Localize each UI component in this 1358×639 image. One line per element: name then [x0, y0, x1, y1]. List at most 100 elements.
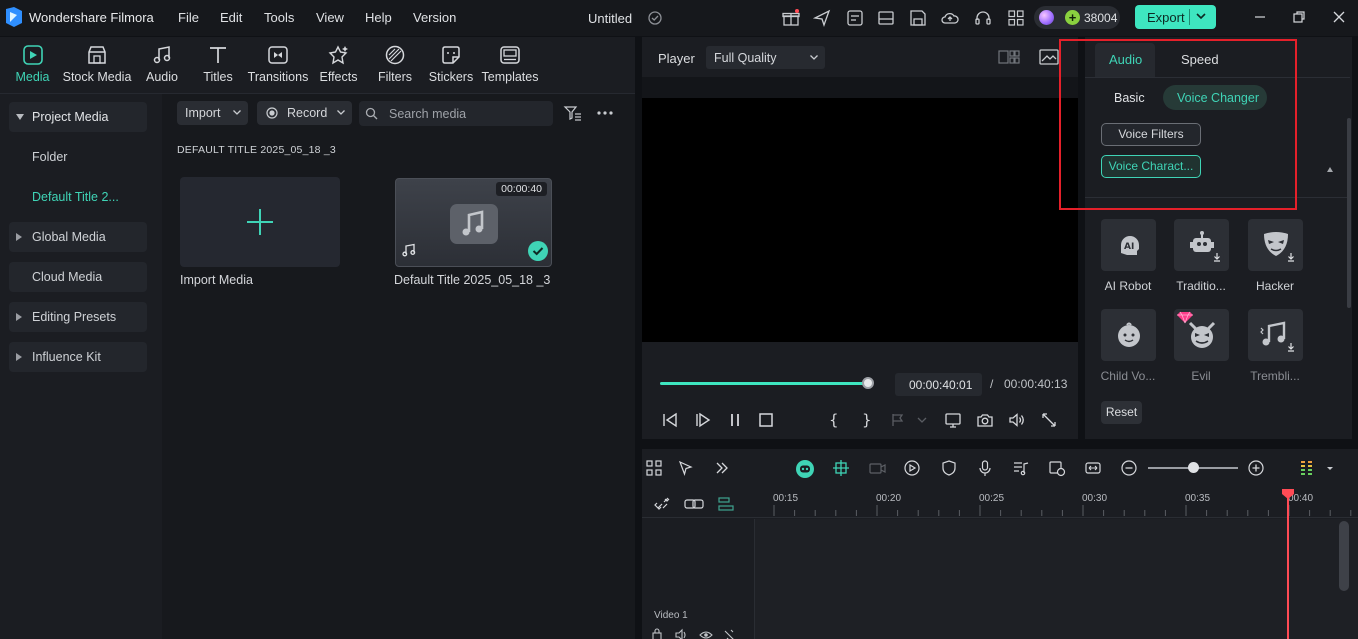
microphone-icon[interactable] [976, 459, 994, 477]
chevron-down-icon[interactable] [1194, 9, 1208, 23]
task-list-icon[interactable] [845, 8, 865, 28]
ruler-label: 00:30 [1082, 493, 1108, 504]
search-media-input[interactable]: Search media [359, 101, 553, 126]
cloud-upload-icon[interactable] [940, 8, 960, 28]
voice-card-child-voice[interactable] [1101, 309, 1156, 361]
video-preview[interactable] [642, 98, 1078, 342]
display-monitor-icon[interactable] [944, 411, 962, 429]
camera-snapshot-icon[interactable] [976, 411, 994, 429]
play-icon[interactable] [694, 411, 712, 429]
chevron-down-icon[interactable] [1324, 459, 1342, 477]
current-time-display[interactable]: 00:00:40:01 [895, 373, 982, 396]
playhead-handle[interactable] [1281, 488, 1295, 500]
gift-icon[interactable] [781, 8, 801, 28]
fit-timeline-icon[interactable] [1084, 459, 1102, 477]
voice-label: Child Vo... [1100, 369, 1156, 383]
voice-card-trembling[interactable] [1248, 309, 1303, 361]
headset-support-icon[interactable] [973, 8, 993, 28]
zoom-out-icon[interactable] [1120, 459, 1138, 477]
voice-card-traditional[interactable] [1174, 219, 1229, 271]
reset-button[interactable]: Reset [1101, 401, 1142, 424]
expand-more-icon[interactable] [713, 459, 731, 477]
pause-icon[interactable] [726, 411, 744, 429]
save-icon[interactable] [908, 8, 928, 28]
track-layout-icon[interactable] [717, 496, 735, 512]
stop-icon[interactable] [757, 411, 775, 429]
record-button[interactable]: Record [257, 101, 352, 125]
zoom-in-icon[interactable] [1247, 459, 1265, 477]
quality-select[interactable]: Full Quality [706, 46, 825, 69]
replace-clip-icon[interactable] [1048, 459, 1066, 477]
previous-frame-icon[interactable] [661, 411, 679, 429]
tab-titles[interactable]: Titles [199, 44, 237, 88]
layout-icon[interactable] [876, 8, 896, 28]
download-icon[interactable] [1284, 340, 1298, 354]
filters-icon [384, 44, 406, 66]
ai-assistant-icon[interactable] [795, 459, 814, 478]
playback-progress-bar[interactable] [660, 382, 868, 385]
menu-tools[interactable]: Tools [264, 10, 294, 25]
mark-in-icon[interactable]: { [824, 411, 842, 429]
send-icon[interactable] [812, 8, 832, 28]
fullscreen-icon[interactable] [1040, 411, 1058, 429]
auto-highlight-icon[interactable] [832, 459, 850, 477]
plus-icon [246, 208, 274, 236]
audio-meter-icon[interactable] [1298, 459, 1316, 477]
more-options-icon[interactable] [596, 105, 614, 121]
sidebar-item-folder[interactable]: Folder [9, 142, 147, 172]
sidebar-item-influence-kit[interactable]: Influence Kit [9, 342, 147, 372]
collapse-up-icon[interactable] [1327, 167, 1333, 172]
playhead-line[interactable] [1287, 489, 1289, 639]
close-icon[interactable] [1330, 8, 1348, 26]
menu-help[interactable]: Help [365, 10, 392, 25]
shield-mask-icon[interactable] [940, 459, 958, 477]
sidebar-item-default-title[interactable]: Default Title 2... [9, 182, 147, 212]
ruler-label: 00:35 [1185, 493, 1211, 504]
voice-card-evil[interactable] [1174, 309, 1229, 361]
audio-clip-thumbnail[interactable]: 00:00:40 [395, 178, 552, 267]
tab-stock-media[interactable]: Stock Media [62, 44, 132, 88]
apps-grid-icon[interactable] [1006, 8, 1026, 28]
tab-transitions[interactable]: Transitions [246, 44, 310, 88]
voice-card-hacker[interactable] [1248, 219, 1303, 271]
sidebar-item-project-media[interactable]: Project Media [9, 102, 147, 132]
playback-progress-knob[interactable] [862, 377, 874, 389]
minimize-icon[interactable] [1251, 8, 1269, 26]
import-button[interactable]: Import [177, 101, 248, 125]
property-scrollbar[interactable] [1347, 118, 1351, 308]
mark-out-icon[interactable]: } [857, 411, 875, 429]
zoom-slider-knob[interactable] [1188, 462, 1199, 473]
menu-version[interactable]: Version [413, 10, 456, 25]
volume-icon[interactable] [1008, 411, 1026, 429]
layout-grid-icon[interactable] [645, 459, 663, 477]
export-button[interactable]: Export [1135, 5, 1216, 29]
voice-card-ai-robot[interactable]: AI [1101, 219, 1156, 271]
filter-sort-icon[interactable] [563, 104, 583, 122]
menu-edit[interactable]: Edit [220, 10, 242, 25]
link-icon[interactable] [684, 496, 704, 512]
image-snapshot-icon[interactable] [1039, 48, 1059, 66]
audio-mixer-icon[interactable] [1012, 459, 1030, 477]
download-icon[interactable] [1210, 250, 1224, 264]
sidebar-item-cloud-media[interactable]: Cloud Media [9, 262, 147, 292]
credits-badge[interactable]: + 38004 [1034, 6, 1120, 29]
tab-effects[interactable]: Effects [318, 44, 359, 88]
timeline-scrollbar[interactable] [1339, 521, 1349, 591]
menu-view[interactable]: View [316, 10, 344, 25]
sidebar-item-editing-presets[interactable]: Editing Presets [9, 302, 147, 332]
tab-media[interactable]: Media [10, 44, 55, 88]
view-grid-icon[interactable] [998, 49, 1020, 65]
tab-audio[interactable]: Audio [142, 44, 182, 88]
tab-stickers[interactable]: Stickers [428, 44, 474, 88]
tab-templates[interactable]: Templates [481, 44, 539, 88]
unlink-icon[interactable] [654, 496, 672, 512]
tab-filters[interactable]: Filters [376, 44, 414, 88]
speed-ramp-icon[interactable] [903, 459, 921, 477]
select-pointer-icon[interactable] [677, 459, 695, 477]
add-credits-icon[interactable]: + [1065, 10, 1080, 25]
menu-file[interactable]: File [178, 10, 199, 25]
import-media-tile[interactable] [180, 177, 340, 267]
sidebar-item-global-media[interactable]: Global Media [9, 222, 147, 252]
download-icon[interactable] [1284, 250, 1298, 264]
restore-icon[interactable] [1290, 8, 1308, 26]
